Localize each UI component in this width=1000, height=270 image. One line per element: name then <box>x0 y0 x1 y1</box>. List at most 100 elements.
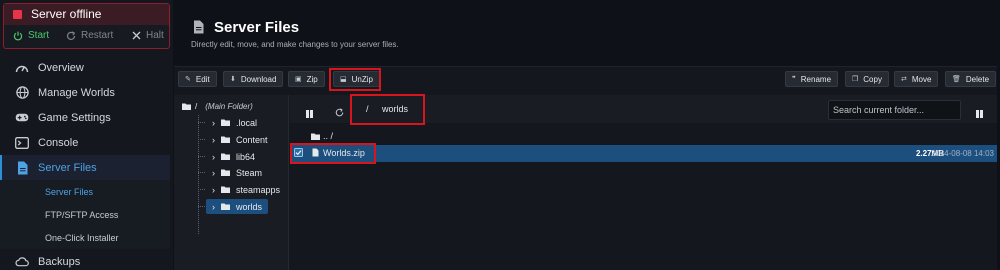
move-icon: ⇄ <box>901 76 907 83</box>
tree-item-label: worlds <box>236 201 263 212</box>
zip-label: Zip <box>306 74 318 84</box>
power-icon <box>13 31 23 40</box>
tree-item-label: Content <box>236 134 268 145</box>
folder-icon <box>221 203 230 210</box>
restart-icon <box>66 30 76 40</box>
columns-toggle-icon[interactable] <box>306 105 313 123</box>
row-checkbox[interactable] <box>294 148 303 159</box>
tree-item-steamapps[interactable]: › steamapps <box>198 182 286 197</box>
tree-item-content[interactable]: › Content <box>198 132 286 147</box>
nav-label: Backups <box>38 255 81 268</box>
parent-directory-row[interactable]: .. / <box>290 128 997 145</box>
tree-item-label: Steam <box>236 167 263 178</box>
trash-icon: 🗑 <box>952 76 961 83</box>
nav-label: Game Settings <box>38 111 111 124</box>
folder-icon <box>221 153 230 160</box>
tree-item-label: lib64 <box>236 151 256 162</box>
subnav-item-ftp-sftp-access[interactable]: FTP/SFTP Access <box>0 203 170 226</box>
refresh-icon[interactable] <box>335 104 344 122</box>
cloud-icon <box>15 255 29 269</box>
tree-item-label: .local <box>236 117 258 128</box>
download-label: Download <box>240 74 277 84</box>
close-icon <box>132 31 141 40</box>
file-row[interactable]: Worlds.zip 2.27MB 2024-08-08 14:03 <box>290 145 997 162</box>
delete-label: Delete <box>965 74 990 84</box>
delete-button[interactable]: 🗑 Delete <box>945 71 997 87</box>
restart-label: Restart <box>81 30 114 41</box>
server-files-submenu: Server Files FTP/SFTP Access One-Click I… <box>0 180 170 249</box>
path-separator: / <box>366 104 369 114</box>
tree-item-worlds[interactable]: › worlds <box>198 199 268 214</box>
copy-label: Copy <box>863 74 882 84</box>
nav-item-manage-worlds[interactable]: Manage Worlds <box>0 80 170 105</box>
tree-root[interactable]: / (Main Folder) <box>182 102 253 111</box>
tree-item-lib64[interactable]: › lib64 <box>198 149 286 164</box>
move-button[interactable]: ⇄ Move <box>894 71 939 87</box>
file-manager-panel: ✎ Edit ⬇ Download ▣ Zip ⬓ UnZip ❞ Rename ❐ Cop… <box>174 66 997 270</box>
download-icon: ⬇ <box>230 76 236 83</box>
chevron-right-icon: › <box>212 167 215 178</box>
file-name: Worlds.zip <box>323 148 365 158</box>
rename-button[interactable]: ❞ Rename <box>785 71 839 87</box>
current-folder-path[interactable]: worlds <box>382 104 408 114</box>
terminal-icon <box>15 136 29 150</box>
tree-item-label: steamapps <box>236 184 281 195</box>
rename-label: Rename <box>800 74 832 84</box>
subnav-item-one-click-installer[interactable]: One-Click Installer <box>0 226 170 249</box>
nav-label: Server Files <box>38 161 97 174</box>
server-status-text: Server offline <box>31 7 102 21</box>
file-browser: / worlds .. / Worlds.zip 2.27MB 2024-08-… <box>290 94 997 270</box>
folder-icon <box>221 169 230 176</box>
main-content: Server Files Directly edit, move, and ma… <box>174 0 1000 270</box>
halt-label: Halt <box>146 30 164 41</box>
edit-label: Edit <box>195 74 210 84</box>
unzip-icon: ⬓ <box>340 76 347 83</box>
folder-icon <box>221 186 230 193</box>
zip-icon: ▣ <box>295 76 302 83</box>
start-label: Start <box>28 30 50 41</box>
offline-indicator-icon <box>13 10 22 19</box>
nav-item-console[interactable]: Console <box>0 130 170 155</box>
nav-label: Manage Worlds <box>38 86 115 99</box>
view-toggle-icon[interactable] <box>976 105 983 123</box>
file-icon <box>312 148 319 159</box>
edit-icon: ✎ <box>185 76 191 83</box>
download-button[interactable]: ⬇ Download <box>223 71 284 87</box>
nav-item-server-files[interactable]: Server Files <box>0 155 170 180</box>
chevron-right-icon: › <box>212 201 215 212</box>
nav-item-game-settings[interactable]: Game Settings <box>0 105 170 130</box>
zip-button[interactable]: ▣ Zip <box>288 71 325 87</box>
sidebar-nav: Overview Manage Worlds Game Settings Con… <box>0 55 170 270</box>
server-status-panel: Server offline Start Restart Halt <box>3 3 170 49</box>
gamepad-icon <box>15 111 29 125</box>
tree-root-label: (Main Folder) <box>205 102 253 111</box>
page-title: Server Files <box>214 19 300 36</box>
nav-item-overview[interactable]: Overview <box>0 55 170 80</box>
copy-button[interactable]: ❐ Copy <box>845 71 889 87</box>
file-icon <box>193 20 204 39</box>
unzip-button[interactable]: ⬓ UnZip <box>333 71 380 87</box>
folder-icon <box>182 103 191 110</box>
copy-icon: ❐ <box>852 76 859 83</box>
folder-tree: / (Main Folder) › .local › Content › lib64 … <box>174 95 289 270</box>
folder-icon <box>221 119 230 126</box>
sidebar: Server offline Start Restart Halt Overvi… <box>0 0 173 270</box>
file-icon <box>15 161 29 175</box>
restart-button[interactable]: Restart <box>66 30 113 41</box>
subnav-item-server-files[interactable]: Server Files <box>0 180 170 203</box>
start-button[interactable]: Start <box>13 30 49 41</box>
chevron-right-icon: › <box>212 117 215 128</box>
unzip-label: UnZip <box>351 74 373 84</box>
nav-label: Overview <box>38 61 84 74</box>
nav-item-backups[interactable]: Backups <box>0 249 170 270</box>
folder-icon <box>221 136 230 143</box>
tree-item-steam[interactable]: › Steam <box>198 165 286 180</box>
tree-item-local[interactable]: › .local <box>198 115 286 130</box>
halt-button[interactable]: Halt <box>132 30 164 41</box>
move-label: Move <box>911 74 932 84</box>
search-input[interactable] <box>828 100 961 120</box>
file-modified-date: 2024-08-08 14:03 <box>930 149 994 158</box>
page-subtitle: Directly edit, move, and make changes to… <box>191 40 399 49</box>
edit-button[interactable]: ✎ Edit <box>178 71 217 87</box>
chevron-right-icon: › <box>212 151 215 162</box>
